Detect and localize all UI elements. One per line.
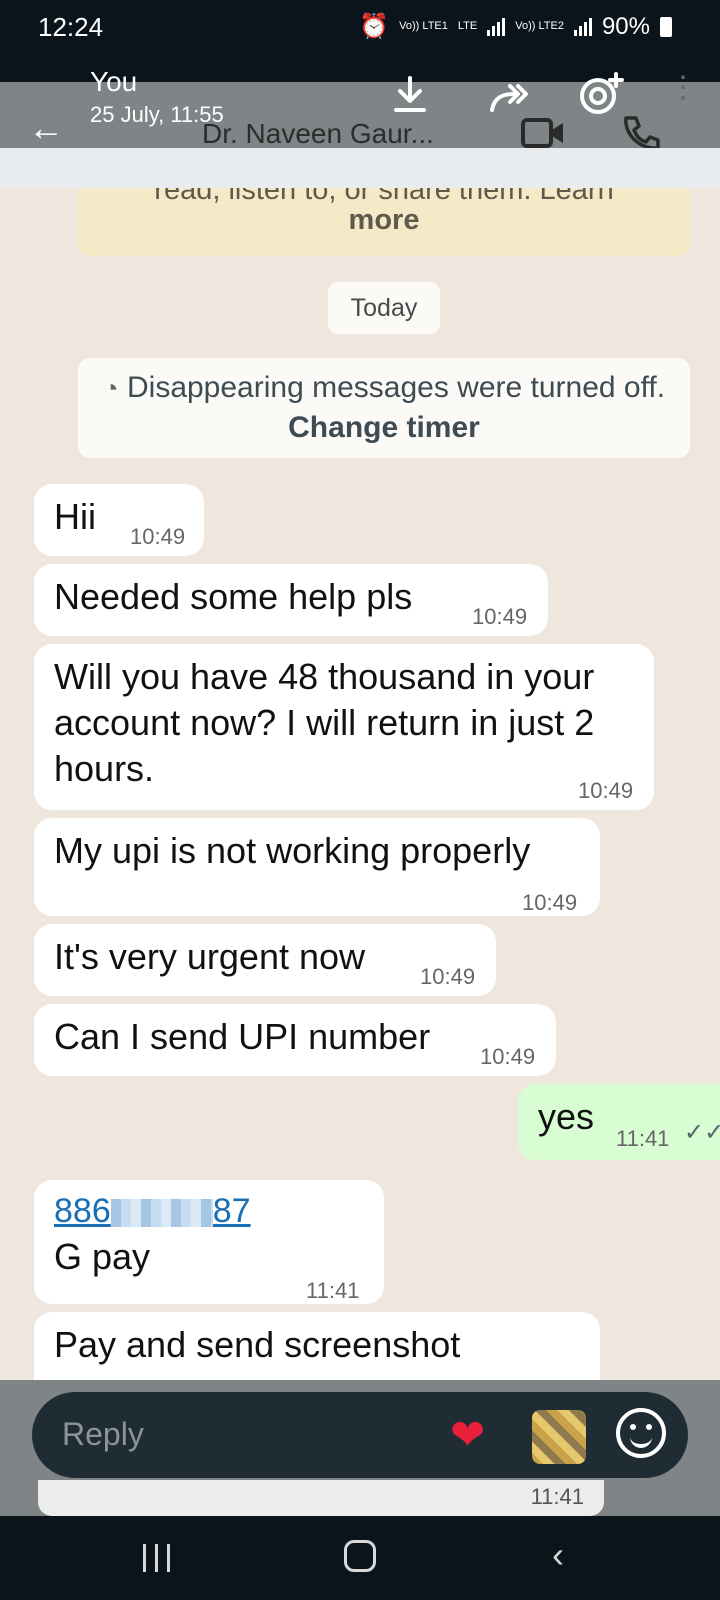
battery-icon [660, 16, 672, 37]
more-options-icon[interactable]: ⋮ [668, 73, 698, 103]
message-time: 10:49 [480, 1044, 536, 1069]
viewer-sender: You [90, 66, 138, 97]
alarm-icon: ⏰ [359, 13, 390, 40]
message-bubble[interactable]: My upi is not working properly 10:49 [34, 818, 600, 916]
reply-bar[interactable]: Reply ❤ [32, 1392, 688, 1478]
upi-number-link[interactable]: 886 87 [54, 1188, 251, 1234]
message-time: 11:41 [530, 1484, 584, 1509]
sticker-reaction-icon[interactable] [532, 1410, 586, 1464]
message-bubble[interactable]: Needed some help pls 10:49 [34, 564, 548, 636]
message-text: It's very urgent now [54, 936, 366, 977]
timer-icon: ◔ [102, 373, 119, 403]
message-text: Needed some help pls [54, 576, 413, 617]
home-icon[interactable] [344, 1540, 376, 1572]
back-arrow-icon[interactable]: ← [28, 110, 64, 146]
system-message-text: Disappearing messages were turned off. [126, 371, 666, 404]
chat-header: ← You 25 July, 11:55 Dr. Naveen Gaur... … [0, 66, 720, 150]
message-time: 10:49 [522, 890, 578, 915]
back-icon[interactable]: ‹ [552, 1534, 564, 1576]
sim1-label: Vo)) LTE1 [399, 20, 448, 32]
date-chip: Today [328, 282, 440, 334]
message-bubble[interactable]: Hii 10:49 [34, 484, 204, 556]
upi-number-suffix: 87 [212, 1192, 251, 1230]
redacted-digits [110, 1199, 213, 1228]
message-text: yes [538, 1096, 595, 1137]
forward-icon[interactable] [488, 82, 532, 114]
message-text: My upi is not working properly [54, 830, 531, 871]
message-bubble[interactable]: Can I send UPI number 10:49 [34, 1004, 556, 1076]
message-time: 11:41 [616, 1126, 670, 1151]
encryption-notice[interactable]: read, listen to, or share them. Learn mo… [78, 188, 690, 256]
message-time: 10:49 [472, 604, 528, 629]
reply-panel: Reply ❤ 11:41 [0, 1380, 720, 1516]
change-timer-link[interactable]: Change timer [288, 411, 480, 444]
message-bubble[interactable]: It's very urgent now 10:49 [34, 924, 496, 996]
battery-percent: 90% [601, 12, 650, 40]
message-bubble-partial: 11:41 [38, 1480, 604, 1516]
status-time: 12:24 [38, 12, 104, 42]
system-nav-bar: ‹ [0, 1516, 720, 1600]
message-time: 10:49 [130, 524, 186, 549]
heart-reaction-icon[interactable]: ❤ [450, 1410, 485, 1459]
message-text: Will you have 48 thousand in your accoun… [54, 656, 595, 789]
signal-icon [487, 17, 506, 36]
status-icons: ⏰ Vo)) LTE1 LTE Vo)) LTE2 90% [359, 12, 672, 41]
message-time: 11:41 [522, 1366, 575, 1380]
header-divider [0, 148, 720, 188]
message-text: G pay [54, 1236, 151, 1277]
video-call-icon[interactable] [520, 116, 566, 150]
chat-area[interactable]: read, listen to, or share them. Learn mo… [0, 188, 720, 1380]
signal-icon-2 [573, 17, 592, 36]
reply-input[interactable]: Reply [62, 1416, 144, 1453]
learn-more-link[interactable]: more [78, 204, 690, 237]
upi-number-prefix: 886 [54, 1192, 111, 1230]
message-bubble[interactable]: Will you have 48 thousand in your accoun… [34, 644, 654, 810]
system-message: ◔ Disappearing messages were turned off.… [78, 358, 690, 458]
contact-name[interactable]: Dr. Naveen Gaur... [202, 118, 434, 150]
sim2-label: Vo)) LTE2 [515, 20, 564, 32]
outgoing-message-bubble[interactable]: yes 11:41 ✓✓ [518, 1084, 720, 1160]
recents-icon[interactable] [143, 1544, 170, 1572]
read-ticks-icon: ✓✓ [684, 1119, 720, 1146]
message-bubble[interactable]: 886 87 G pay 11:41 [34, 1180, 384, 1304]
download-icon[interactable] [392, 76, 428, 114]
message-text: Hii [54, 496, 96, 537]
lte-label: LTE [457, 20, 478, 32]
message-time: 10:49 [420, 964, 476, 989]
message-bubble[interactable]: Pay and send screenshot 11:41 [34, 1312, 600, 1380]
share-status-icon[interactable] [578, 72, 624, 118]
message-time: 10:49 [578, 778, 634, 803]
message-text: Can I send UPI number [54, 1016, 431, 1057]
message-time: 11:41 [306, 1278, 360, 1303]
message-text: Pay and send screenshot [54, 1324, 461, 1365]
add-emoji-icon[interactable] [616, 1408, 666, 1458]
